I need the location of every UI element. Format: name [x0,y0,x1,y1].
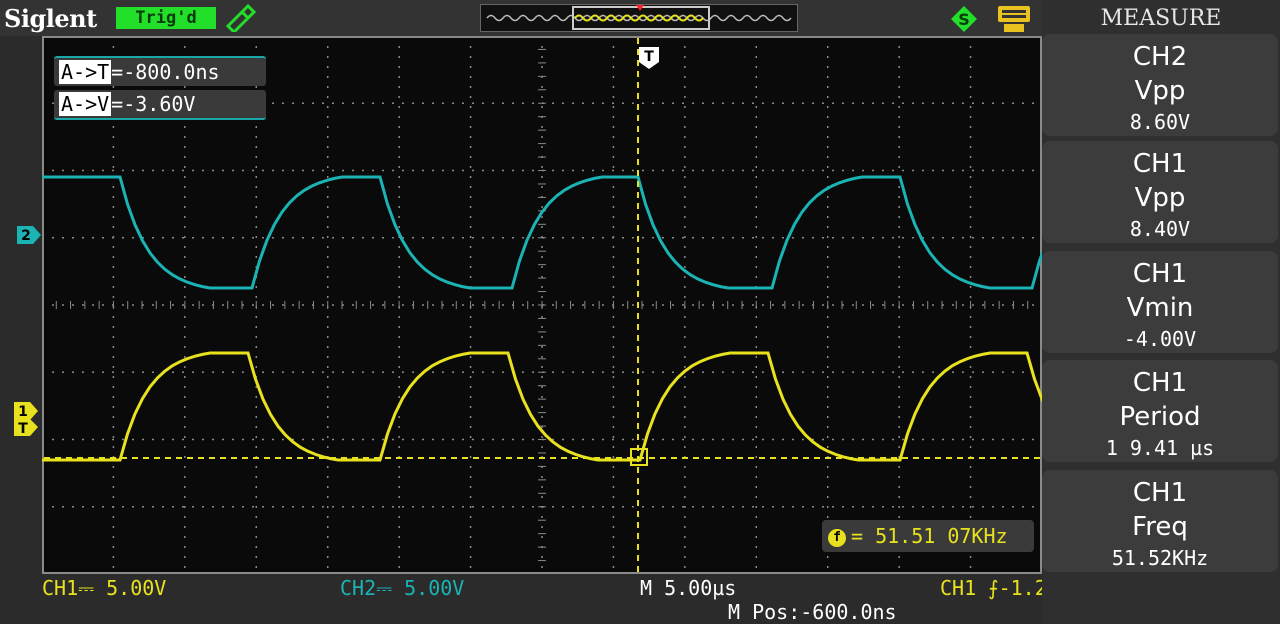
trigger-level-marker-label: T [18,421,28,436]
cursor-voltage-readout: A->V =-3.60V [54,90,266,120]
measure-value: -4.00V [1123,327,1197,351]
measure-item-ch1-vpp[interactable]: CH1 Vpp 8.40V [1042,141,1278,243]
timebase-overview[interactable] [480,4,798,32]
frequency-icon: f [828,529,846,547]
ch1-marker-label: 1 [18,404,28,420]
measure-type: Vpp [1134,76,1186,106]
measure-source: CH1 [1132,478,1188,508]
ch2-marker-label: 2 [21,228,31,244]
cursor-time-value: =-800.0ns [111,60,220,84]
frequency-counter-value: = 51.51 07KHz [851,524,1008,548]
measure-source: CH1 [1132,149,1188,179]
cursor-volt-value: =-3.60V [111,92,196,116]
measure-value: 8.40V [1129,217,1191,241]
probe-icon [225,4,256,32]
measure-value: 8.60V [1129,110,1191,134]
cursor-time-label: A->T [59,60,112,84]
measure-item-ch1-period[interactable]: CH1 Period 1 9.41 µs [1042,360,1278,462]
measure-source: CH1 [1132,368,1188,398]
horizontal-position[interactable]: M Pos:-600.0ns [728,600,897,624]
brand-logo: Siglent [4,4,97,33]
save-status-icon: S [951,6,977,32]
ch2-waveform [42,175,1042,290]
measure-source: CH1 [1132,259,1188,289]
measure-panel: MEASURE CH2 Vpp 8.60V CH1 Vpp 8.40V CH1 … [1042,0,1280,624]
timebase-scale[interactable]: M 5.00µs [640,576,736,600]
ch2-offset-marker[interactable]: 2 [17,226,41,244]
svg-text:S: S [958,10,970,29]
measure-type: Period [1119,402,1201,432]
trigger-position-label: T [644,49,654,65]
measure-type: Vmin [1126,293,1194,323]
measure-source: CH2 [1132,42,1188,72]
ch1-scale[interactable]: CH1⎓ 5.00V [42,576,166,600]
measure-type: Freq [1132,512,1188,542]
waveform-overview-graphic [486,5,792,30]
cursor-time-readout: A->T =-800.0ns [54,56,266,86]
measure-value: 1 9.41 µs [1105,436,1215,460]
top-status-bar: Siglent Trig'd S [0,0,1042,36]
trigger-status-badge: Trig'd [116,7,216,29]
measure-value: 51.52KHz [1111,546,1209,570]
measure-item-ch1-freq[interactable]: CH1 Freq 51.52KHz [1042,470,1278,572]
ch1-offset-marker[interactable]: 1 T [14,402,38,436]
cursor-volt-label: A->V [59,92,112,116]
trigger-position-marker[interactable]: T [638,46,660,70]
ch2-scale[interactable]: CH2⎓ 5.00V [340,576,464,600]
measure-item-ch1-vmin[interactable]: CH1 Vmin -4.00V [1042,251,1278,353]
measure-type: Vpp [1134,183,1186,213]
bottom-status-bar: CH1⎓ 5.00V CH2⎓ 5.00V M 5.00µs CH1 ⨍-1.2… [0,574,1071,624]
measure-title: MEASURE [1100,6,1222,31]
measure-item-ch2-vpp[interactable]: CH2 Vpp 8.60V [1042,34,1278,136]
usb-storage-icon [998,6,1030,32]
frequency-counter: f = 51.51 07KHz [822,520,1034,552]
waveform-display[interactable]: A->T =-800.0ns A->V =-3.60V f = 51.51 07KHz [42,36,1042,574]
